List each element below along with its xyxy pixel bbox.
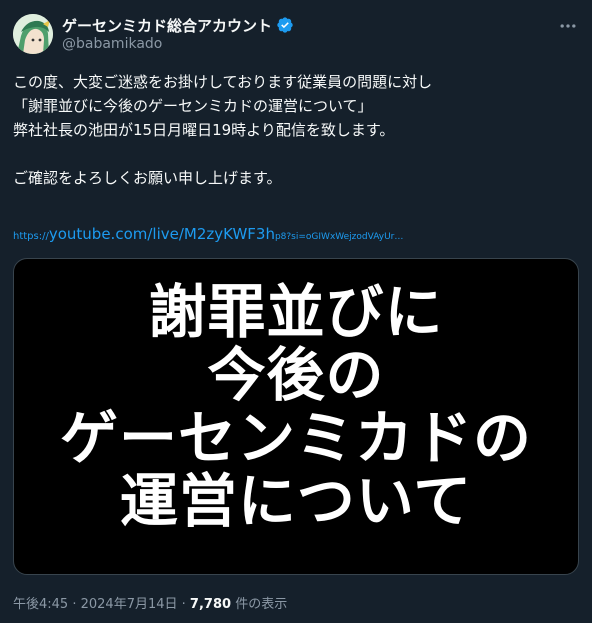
link-protocol: https:// [13,231,49,242]
media-title-line: ゲーセンミカドの [59,404,532,472]
media-title: 謝罪並びに 今後の ゲーセンミカドの 運営について [14,281,578,533]
views-label: 件の表示 [235,597,288,612]
tweet-text-line: ご確認をよろしくお願い申し上げます。 [13,169,282,187]
tweet-meta: 午後4:45 · 2024年7月14日 · 7,780 件の表示 [13,593,287,612]
meta-separator: · [68,597,81,612]
author-handle[interactable]: @babamikado [62,36,162,52]
media-title-line: 運営について [119,467,473,535]
tweet-text-blank-line [13,142,579,166]
avatar[interactable] [13,14,53,54]
link-rest: p8?si=oGIWxWejzodVAyUr… [274,232,404,242]
media-title-line: 謝罪並びに [148,278,444,346]
author-name-row: ゲーセンミカド総合アカウント [62,14,294,36]
tweet-text-line: 弊社社長の池田が15日月曜日19時より配信を致します。 [13,121,395,139]
more-options-icon[interactable] [556,14,580,38]
media-title-line: 今後の [207,341,385,409]
tweet-card: ゲーセンミカド総合アカウント @babamikado この度、大変ご迷惑をお掛け… [0,0,592,623]
link-domain: youtube.com/live/M2zyKWF3h [48,225,275,243]
tweet-date[interactable]: 2024年7月14日 [81,597,178,612]
media-card[interactable]: 謝罪並びに 今後の ゲーセンミカドの 運営について [13,258,579,575]
author-display-name[interactable]: ゲーセンミカド総合アカウント [62,15,272,36]
youtube-link[interactable]: https://youtube.com/live/M2zyKWF3hp8?si=… [13,224,403,243]
tweet-text-line: 「謝罪並びに今後のゲーセンミカドの運営について」 [13,97,373,115]
meta-separator: · [177,597,190,612]
tweet-text-line: この度、大変ご迷惑をお掛けしております従業員の問題に対し [13,73,433,91]
tweet-text: この度、大変ご迷惑をお掛けしております従業員の問題に対し 「謝罪並びに今後のゲー… [13,70,579,190]
tweet-time[interactable]: 午後4:45 [13,597,68,612]
views-count: 7,780 [189,597,232,612]
verified-badge-icon [276,16,294,34]
